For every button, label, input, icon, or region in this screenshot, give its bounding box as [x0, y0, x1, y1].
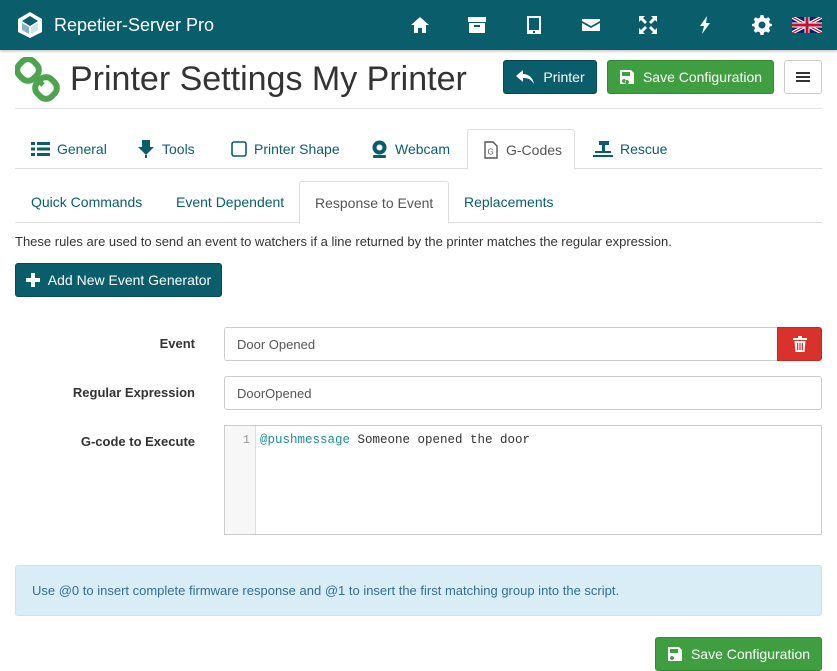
save-configuration-button[interactable]: Save Configuration	[607, 60, 774, 94]
tab-printer-shape-label: Printer Shape	[254, 141, 340, 157]
description-text: These rules are used to send an event to…	[15, 234, 672, 249]
floppy-disk-icon	[667, 647, 682, 661]
brand[interactable]: Repetier-Server Pro	[16, 11, 214, 39]
gcode-label: G-code to Execute	[80, 434, 195, 449]
rescue-icon	[593, 141, 613, 157]
hamburger-icon	[796, 72, 810, 82]
printer-button-label: Printer	[543, 69, 585, 85]
svg-text:G: G	[488, 147, 494, 156]
webcam-icon	[372, 140, 387, 158]
tablet-icon[interactable]	[522, 13, 546, 37]
settings-tabs: General Tools Printer Shape Webcam G G-C…	[15, 129, 822, 170]
subtab-quick-commands[interactable]: Quick Commands	[31, 181, 142, 223]
tab-rescue[interactable]: Rescue	[593, 129, 667, 169]
add-event-generator-label: Add New Event Generator	[47, 272, 212, 288]
repetier-logo-icon	[18, 12, 42, 38]
gcode-editor[interactable]: 1 @pushmessage Someone opened the door	[224, 425, 822, 535]
subtab-replacements[interactable]: Replacements	[464, 181, 554, 223]
tab-webcam-label: Webcam	[395, 141, 450, 157]
gcode-text: Someone opened the door	[350, 433, 531, 447]
page-title: Printer Settings My Printer	[70, 60, 467, 98]
event-field[interactable]: Door Opened	[224, 327, 778, 361]
floppy-disk-icon	[619, 70, 634, 84]
mail-icon[interactable]	[579, 13, 603, 37]
chain-link-icon	[15, 57, 60, 102]
add-event-generator-button[interactable]: Add New Event Generator	[15, 263, 222, 297]
line-number: 1	[225, 426, 256, 534]
save-configuration-bottom-label: Save Configuration	[690, 646, 811, 662]
tab-webcam[interactable]: Webcam	[371, 129, 450, 169]
gcode-subtabs: Quick Commands Event Dependent Response …	[15, 181, 822, 224]
delete-event-button[interactable]	[777, 327, 822, 361]
subtab-response-to-event[interactable]: Response to Event	[299, 181, 450, 224]
uk-flag-icon[interactable]	[792, 17, 822, 33]
gcode-line: @pushmessage Someone opened the door	[260, 433, 530, 447]
list-icon	[31, 142, 50, 156]
trash-icon	[792, 336, 807, 352]
plus-icon	[25, 273, 40, 287]
event-label: Event	[159, 336, 195, 351]
archive-icon[interactable]	[465, 13, 489, 37]
tab-printer-shape[interactable]: Printer Shape	[231, 129, 340, 169]
subtab-event-dependent[interactable]: Event Dependent	[176, 181, 284, 223]
info-alert: Use @0 to insert complete firmware respo…	[15, 565, 822, 616]
tab-rescue-label: Rescue	[620, 141, 668, 157]
tab-tools[interactable]: Tools	[137, 129, 195, 169]
tab-general[interactable]: General	[31, 129, 107, 169]
tab-general-label: General	[57, 141, 107, 157]
home-icon[interactable]	[408, 13, 432, 37]
save-configuration-bottom-button[interactable]: Save Configuration	[655, 637, 822, 671]
save-configuration-label: Save Configuration	[642, 69, 763, 85]
extruder-icon	[138, 140, 154, 158]
gcode-file-icon: G	[484, 140, 498, 159]
square-icon	[231, 141, 247, 157]
app-title: Repetier-Server Pro	[54, 14, 215, 35]
gear-icon[interactable]	[750, 13, 774, 37]
top-navbar: Repetier-Server Pro	[0, 0, 837, 50]
reply-arrow-icon	[516, 70, 535, 84]
regex-label: Regular Expression	[72, 385, 195, 400]
tab-gcodes[interactable]: G G-Codes	[467, 129, 575, 170]
printer-button[interactable]: Printer	[503, 60, 597, 94]
hamburger-menu-button[interactable]	[784, 60, 822, 94]
regex-field[interactable]: DoorOpened	[224, 376, 822, 410]
bolt-icon[interactable]	[693, 13, 717, 37]
fullscreen-icon[interactable]	[636, 13, 660, 37]
tab-gcodes-label: G-Codes	[506, 141, 563, 158]
gcode-keyword: @pushmessage	[260, 433, 351, 447]
tab-tools-label: Tools	[162, 141, 195, 157]
